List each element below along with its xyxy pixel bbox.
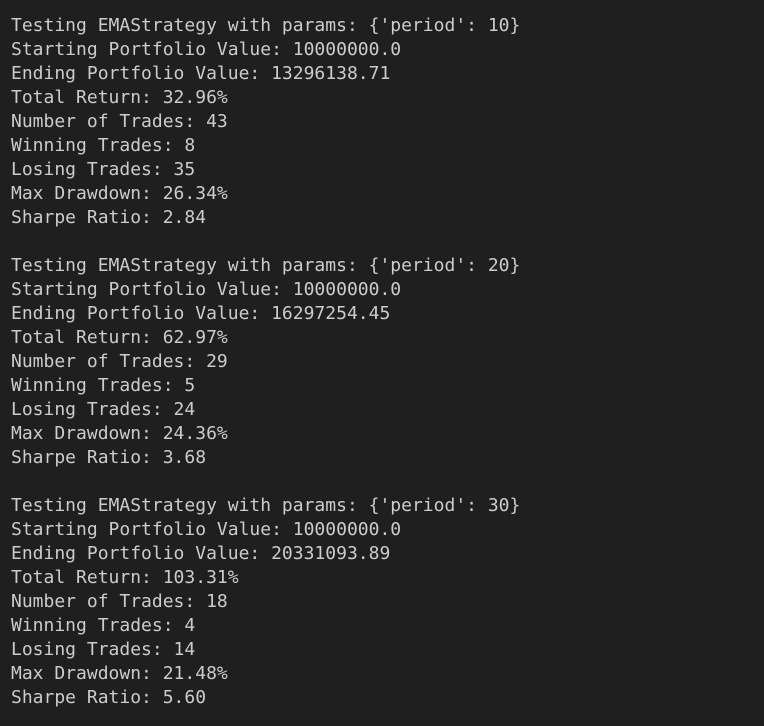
terminal-line: Losing Trades: 14: [11, 639, 196, 660]
terminal-line: Number of Trades: 18: [11, 591, 228, 612]
terminal-line: Ending Portfolio Value: 13296138.71: [11, 63, 391, 84]
terminal-line: Losing Trades: 35: [11, 159, 196, 180]
terminal-line: Sharpe Ratio: 5.60: [11, 687, 207, 708]
terminal-line: Number of Trades: 29: [11, 351, 228, 372]
terminal-line: Losing Trades: 24: [11, 399, 196, 420]
terminal-line: Max Drawdown: 24.36%: [11, 423, 228, 444]
terminal-line: Total Return: 103.31%: [11, 567, 239, 588]
terminal-line: Number of Trades: 43: [11, 111, 228, 132]
terminal-line: Starting Portfolio Value: 10000000.0: [11, 279, 402, 300]
terminal-line: Sharpe Ratio: 2.84: [11, 207, 207, 228]
terminal-line: Testing EMAStrategy with params: {'perio…: [11, 15, 521, 36]
terminal-line: Max Drawdown: 26.34%: [11, 183, 228, 204]
terminal-line: Testing EMAStrategy with params: {'perio…: [11, 255, 521, 276]
terminal-line: Testing EMAStrategy with params: {'perio…: [11, 495, 521, 516]
terminal-line: Starting Portfolio Value: 10000000.0: [11, 39, 402, 60]
terminal-line: Winning Trades: 8: [11, 135, 196, 156]
terminal-line: Winning Trades: 4: [11, 615, 196, 636]
terminal-line: Total Return: 62.97%: [11, 327, 228, 348]
terminal-line: Winning Trades: 5: [11, 375, 196, 396]
terminal-line: Starting Portfolio Value: 10000000.0: [11, 519, 402, 540]
terminal-line: Ending Portfolio Value: 20331093.89: [11, 543, 391, 564]
terminal-line: Max Drawdown: 21.48%: [11, 663, 228, 684]
terminal-line: Sharpe Ratio: 3.68: [11, 447, 207, 468]
terminal-output[interactable]: Testing EMAStrategy with params: {'perio…: [0, 0, 764, 726]
terminal-line: Total Return: 32.96%: [11, 87, 228, 108]
terminal-line: Ending Portfolio Value: 16297254.45: [11, 303, 391, 324]
